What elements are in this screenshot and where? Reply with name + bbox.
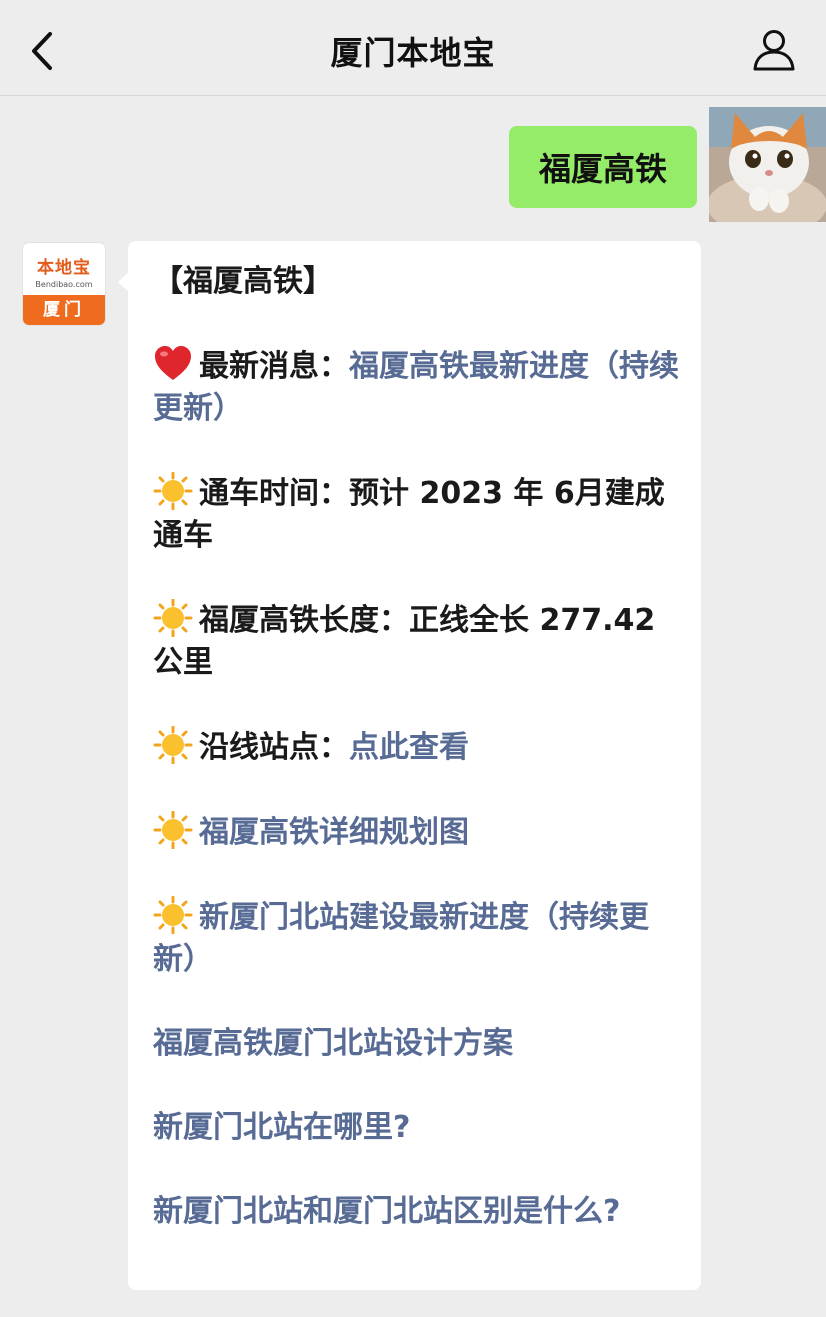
latest-news-line: 最新消息：福厦高铁最新进度（持续更新） — [153, 345, 683, 430]
message-content: 【福厦高铁】 最新消息：福厦高铁最新进度（持续更新） 通车时间：预计 2023 … — [153, 261, 683, 1233]
plan-map-link[interactable]: 福厦高铁详细规划图 — [199, 815, 469, 850]
outgoing-message-text: 福厦高铁 — [538, 150, 667, 188]
stations-line: 沿线站点：点此查看 — [153, 726, 683, 769]
north-station-progress-line: 新厦门北站建设最新进度（持续更新） — [153, 896, 683, 981]
sun-icon — [153, 811, 193, 849]
latest-news-label: 最新消息： — [199, 349, 349, 384]
incoming-message-bubble[interactable]: 【福厦高铁】 最新消息：福厦高铁最新进度（持续更新） 通车时间：预计 2023 … — [128, 241, 701, 1290]
plan-line: 福厦高铁详细规划图 — [153, 811, 683, 854]
opening-time-label: 通车时间： — [199, 476, 349, 511]
design-line: 福厦高铁厦门北站设计方案 — [153, 1023, 683, 1065]
chat-title: 厦门本地宝 — [330, 34, 496, 72]
north-station-difference-link[interactable]: 新厦门北站和厦门北站区别是什么? — [153, 1194, 620, 1229]
sun-icon — [153, 726, 193, 764]
person-icon — [753, 30, 795, 71]
sun-icon — [153, 599, 193, 637]
profile-button[interactable] — [750, 26, 798, 74]
length-line: 福厦高铁长度：正线全长 277.42 公里 — [153, 599, 683, 684]
north-station-design-link[interactable]: 福厦高铁厦门北站设计方案 — [153, 1026, 513, 1061]
difference-line: 新厦门北站和厦门北站区别是什么? — [153, 1191, 683, 1233]
opening-time-line: 通车时间：预计 2023 年 6月建成通车 — [153, 472, 683, 557]
north-station-progress-link[interactable]: 新厦门北站建设最新进度（持续更新） — [153, 900, 649, 977]
stations-label: 沿线站点： — [199, 730, 349, 765]
sun-icon — [153, 472, 193, 510]
north-station-location-link[interactable]: 新厦门北站在哪里? — [153, 1110, 410, 1145]
logo-city-text: 厦门 — [23, 295, 105, 325]
sender-avatar[interactable]: 本地宝 Bendibao.com 厦门 — [23, 243, 105, 325]
my-avatar[interactable] — [709, 107, 826, 222]
bendibao-logo: 本地宝 Bendibao.com — [23, 243, 105, 293]
sun-icon — [153, 896, 193, 934]
logo-brand-text: 本地宝 — [37, 258, 91, 278]
length-label: 福厦高铁长度： — [199, 603, 409, 638]
logo-domain-text: Bendibao.com — [35, 280, 93, 289]
chat-header: 厦门本地宝 — [0, 0, 826, 96]
heart-icon — [155, 346, 191, 380]
where-line: 新厦门北站在哪里? — [153, 1107, 683, 1149]
cat-avatar-image — [709, 107, 826, 222]
outgoing-message-bubble[interactable]: 福厦高铁 — [509, 126, 697, 208]
message-heading: 【福厦高铁】 — [153, 264, 333, 299]
stations-link[interactable]: 点此查看 — [349, 730, 469, 765]
